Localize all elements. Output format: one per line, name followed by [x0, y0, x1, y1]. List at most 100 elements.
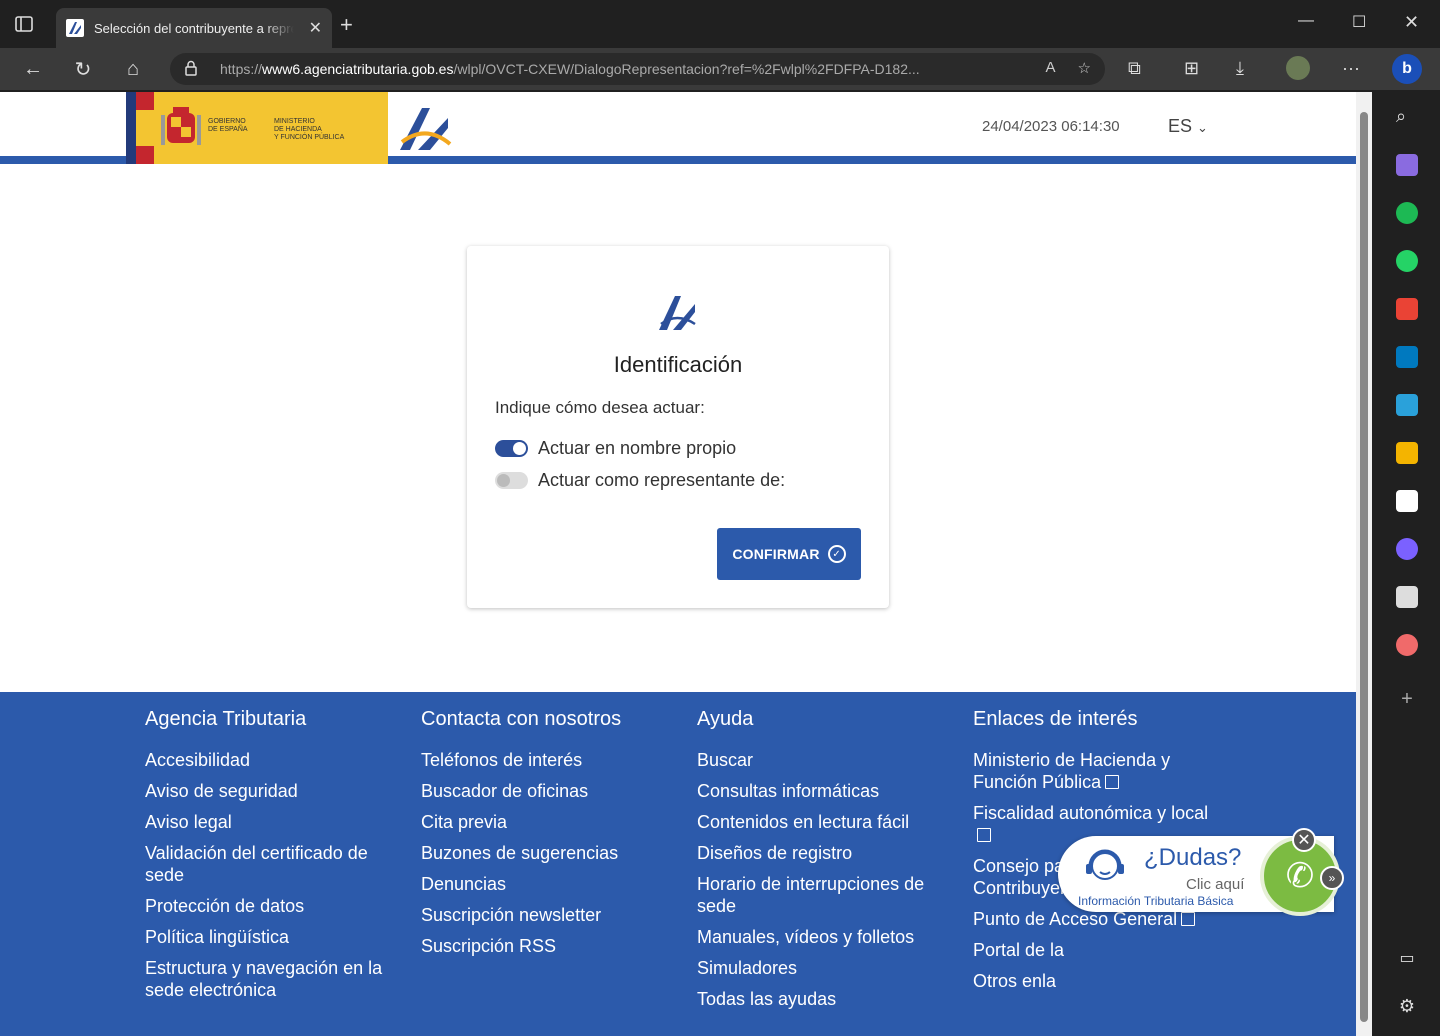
flag-icon — [126, 92, 154, 164]
extensions-icon[interactable]: ⧉ — [1128, 58, 1141, 79]
footer-link[interactable]: Teléfonos de interés — [421, 749, 661, 771]
bing-chat-icon[interactable]: b — [1392, 54, 1422, 84]
footer-link[interactable]: Diseños de registro — [697, 842, 937, 864]
footer-heading: Ayuda — [697, 708, 754, 730]
footer-col-ayuda: Ayuda Buscar Consultas informáticas Cont… — [697, 708, 937, 1019]
address-bar[interactable]: https://www6.agenciatributaria.gob.es/wl… — [170, 53, 1105, 85]
read-aloud-icon[interactable]: A — [1046, 59, 1056, 77]
telegram-icon[interactable] — [1396, 394, 1418, 416]
site-header: GOBIERNO DE ESPAÑA MINISTERIO DE HACIEND… — [0, 92, 1356, 164]
browser-toolbar: ← ↻ ⌂ https://www6.agenciatributaria.gob… — [0, 48, 1440, 90]
option-own-name-label: Actuar en nombre propio — [538, 438, 737, 458]
footer-col-agencia: Agencia Tributaria Accesibilidad Aviso d… — [145, 708, 385, 1010]
chat-widget-cta: Clic aquí — [1186, 876, 1245, 893]
gobierno-text: GOBIERNO DE ESPAÑA — [208, 118, 248, 133]
option-own-name[interactable]: Actuar en nombre propio — [495, 438, 736, 459]
footer-link[interactable]: Portal de la — [973, 939, 1213, 961]
footer-link[interactable]: Suscripción RSS — [421, 935, 661, 957]
footer-link[interactable]: Buzones de sugerencias — [421, 842, 661, 864]
canva-icon[interactable] — [1396, 538, 1418, 560]
footer-link[interactable]: Otros enla — [973, 970, 1213, 992]
footer-link[interactable]: Consultas informáticas — [697, 780, 937, 802]
footer-link[interactable]: Aviso legal — [145, 811, 385, 833]
add-icon[interactable]: + — [1396, 688, 1418, 710]
compose-icon[interactable] — [1396, 154, 1418, 176]
refresh-icon[interactable]: ↻ — [70, 56, 96, 82]
footer-link[interactable]: Simuladores — [697, 957, 937, 979]
tab-close-icon[interactable]: ✕ — [309, 18, 322, 38]
footer-link[interactable]: Buscador de oficinas — [421, 780, 661, 802]
footer-link[interactable]: Todas las ayudas — [697, 988, 937, 1010]
scroll-thumb[interactable] — [1360, 112, 1368, 1022]
toggle-own-name[interactable] — [495, 440, 528, 457]
footer-heading: Contacta con nosotros — [421, 708, 622, 730]
chevron-down-icon: ⌄ — [1197, 120, 1208, 135]
footer-link[interactable]: Contenidos en lectura fácil — [697, 811, 937, 833]
edge-sidebar: ⌕ + ▭ ⚙ — [1374, 90, 1440, 1036]
identification-dialog: Identificación Indique cómo desea actuar… — [467, 246, 889, 608]
tab-actions-icon[interactable] — [14, 14, 42, 38]
google-drive-icon[interactable] — [1396, 442, 1418, 464]
external-link-icon — [977, 828, 991, 842]
url-text: https://www6.agenciatributaria.gob.es/wl… — [220, 61, 920, 77]
maximize-icon[interactable]: ☐ — [1352, 12, 1366, 32]
footer-heading: Agencia Tributaria — [145, 708, 307, 730]
lock-icon[interactable] — [184, 60, 198, 79]
toggle-representative[interactable] — [495, 472, 528, 489]
search-icon[interactable]: ⌕ — [1396, 106, 1418, 128]
new-tab-icon[interactable]: + — [340, 14, 353, 36]
gobierno-logo[interactable]: GOBIERNO DE ESPAÑA MINISTERIO DE HACIEND… — [126, 92, 388, 164]
minimize-icon[interactable]: — — [1298, 12, 1314, 30]
downloads-icon[interactable]: ⤓ — [1236, 58, 1244, 79]
footer-col-contacta: Contacta con nosotros Teléfonos de inter… — [421, 708, 661, 966]
confirm-button[interactable]: CONFIRMAR ✓ — [717, 528, 861, 580]
page-scrollbar[interactable] — [1356, 92, 1372, 1036]
agencia-tributaria-icon — [657, 294, 699, 332]
close-window-icon[interactable]: ✕ — [1404, 12, 1419, 33]
expand-arrows-icon[interactable]: » — [1320, 866, 1344, 890]
footer-link[interactable]: Ministerio de Hacienda y Función Pública — [973, 749, 1213, 793]
chat-widget-title: ¿Dudas? — [1144, 844, 1242, 871]
footer-link[interactable]: Política lingüística — [145, 926, 385, 948]
close-widget-icon[interactable]: ✕ — [1292, 828, 1316, 852]
footer-link[interactable]: Manuales, vídeos y folletos — [697, 926, 937, 948]
footer-link[interactable]: Denuncias — [421, 873, 661, 895]
external-link-icon — [1105, 775, 1120, 789]
language-selector[interactable]: ES ⌄ — [1168, 116, 1208, 137]
trello-icon[interactable] — [1396, 346, 1418, 368]
dialog-prompt: Indique cómo desea actuar: — [495, 398, 705, 417]
clipboard-icon[interactable] — [1396, 586, 1418, 608]
ministerio-text: MINISTERIO DE HACIENDA Y FUNCIÓN PÚBLICA — [274, 118, 345, 141]
whatsapp-icon[interactable] — [1396, 250, 1418, 272]
option-representative-label: Actuar como representante de: — [538, 470, 786, 490]
back-icon[interactable]: ← — [20, 56, 46, 82]
settings-gear-icon[interactable]: ⚙ — [1396, 996, 1418, 1018]
footer-link[interactable]: Cita previa — [421, 811, 661, 833]
agencia-tributaria-logo-icon[interactable] — [396, 104, 456, 154]
footer-link[interactable]: Protección de datos — [145, 895, 385, 917]
check-circle-icon: ✓ — [827, 545, 846, 563]
spotify-icon[interactable] — [1396, 202, 1418, 224]
footer-link[interactable]: Suscripción newsletter — [421, 904, 661, 926]
footer-link[interactable]: Horario de interrupciones de sede — [697, 873, 937, 917]
more-menu-icon[interactable]: ··· — [1342, 58, 1360, 79]
dialog-title: Identificación — [613, 352, 743, 377]
chat-widget-subtitle: Información Tributaria Básica — [1078, 894, 1234, 908]
notion-icon[interactable] — [1396, 490, 1418, 512]
footer-link[interactable]: Validación del certificado de sede — [145, 842, 385, 886]
browser-tab[interactable]: Selección del contribuyente a representa… — [56, 8, 332, 48]
footer-link[interactable]: Accesibilidad — [145, 749, 385, 771]
collections-icon[interactable]: ⊞ — [1184, 58, 1199, 79]
footer-link[interactable]: Aviso de seguridad — [145, 780, 385, 802]
profile-avatar[interactable] — [1286, 56, 1310, 80]
favorite-star-icon[interactable]: ☆ — [1078, 59, 1091, 77]
gmail-icon[interactable] — [1396, 298, 1418, 320]
footer-link[interactable]: Buscar — [697, 749, 937, 771]
home-icon[interactable]: ⌂ — [120, 56, 146, 82]
footer-link[interactable]: Estructura y navegación en la sede elect… — [145, 957, 385, 1001]
datetime: 24/04/2023 06:14:30 — [982, 118, 1120, 135]
asana-icon[interactable] — [1396, 634, 1418, 656]
sidebar-toggle-icon[interactable]: ▭ — [1396, 948, 1418, 970]
external-link-icon — [1181, 912, 1196, 926]
option-representative[interactable]: Actuar como representante de: — [495, 470, 785, 491]
